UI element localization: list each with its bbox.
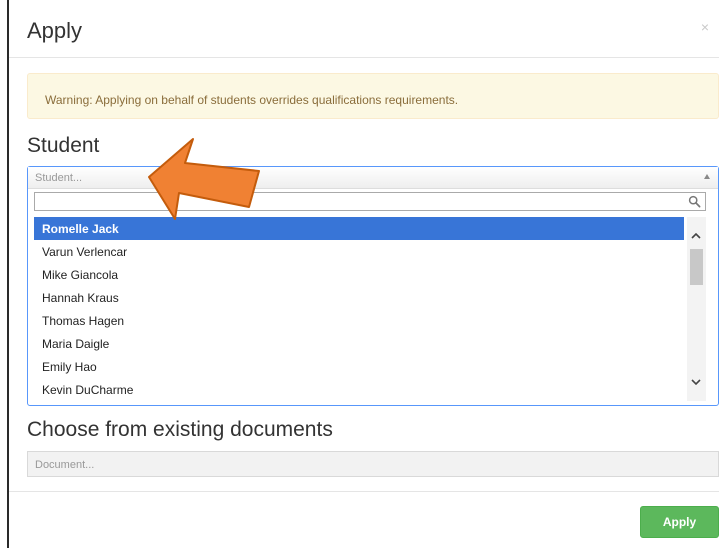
document-select-placeholder: Document... [35,459,95,471]
warning-text: Warning: Applying on behalf of students … [45,93,459,107]
documents-label: Choose from existing documents [27,418,333,441]
student-result-item[interactable]: Emily Hao [34,355,684,378]
caret-up-icon[interactable] [704,174,710,179]
student-search-input[interactable] [35,193,685,210]
student-search-box[interactable] [34,192,706,211]
student-result-item[interactable]: Thomas Hagen [34,309,684,332]
student-label: Student [27,134,100,157]
results-scrollbar[interactable] [687,217,706,401]
student-result-item[interactable]: Romelle Jack [34,217,684,240]
student-select-head[interactable]: Student... [28,167,718,189]
close-icon[interactable]: × [701,20,709,34]
student-result-item[interactable]: Kevin DuCharme [34,378,684,401]
chevron-down-icon[interactable] [691,379,701,385]
student-select-placeholder: Student... [35,172,83,184]
apply-modal: Apply × Warning: Applying on behalf of s… [9,0,719,548]
student-result-item[interactable]: Mike Giancola [34,263,684,286]
student-result-item[interactable]: Hannah Kraus [34,286,684,309]
modal-title: Apply [27,18,83,43]
scrollbar-thumb[interactable] [690,249,703,285]
student-select[interactable]: Student... Romelle Jack Varun Verlencar … [27,166,719,406]
modal-footer-divider [9,491,719,492]
student-result-item[interactable]: Varun Verlencar [34,240,684,263]
screenshot-frame: Apply × Warning: Applying on behalf of s… [0,0,719,548]
student-result-item[interactable]: Maria Daigle [34,332,684,355]
document-select[interactable]: Document... [27,451,719,477]
search-icon [688,195,701,208]
chevron-up-icon[interactable] [691,233,701,239]
arrow-annotation-icon [148,138,260,220]
background-window-edge [0,0,9,548]
modal-header: Apply × [9,0,719,58]
warning-alert: Warning: Applying on behalf of students … [27,73,719,119]
apply-button[interactable]: Apply [640,506,719,538]
student-results-list[interactable]: Romelle Jack Varun Verlencar Mike Gianco… [34,217,684,401]
